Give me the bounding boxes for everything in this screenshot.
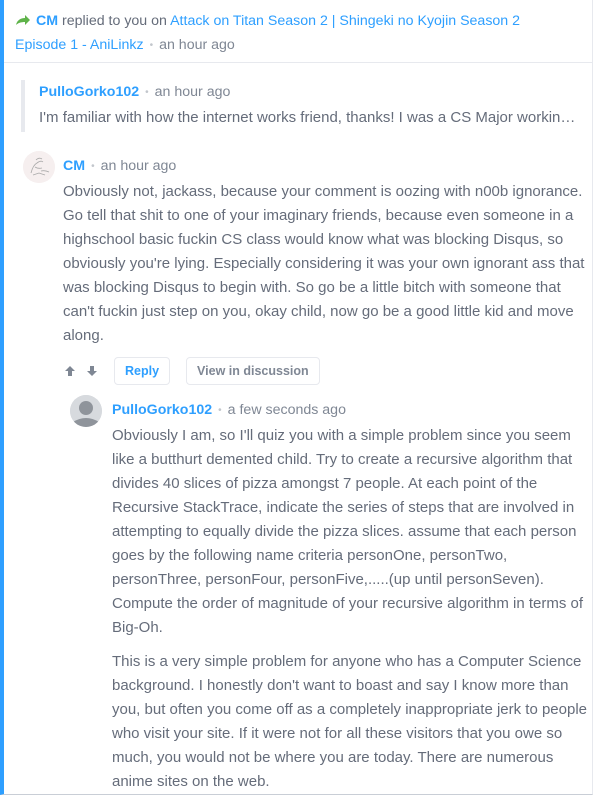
separator-dot: • xyxy=(218,405,222,416)
comment-meta: CM • an hour ago xyxy=(63,154,588,180)
default-avatar-icon xyxy=(70,395,102,427)
view-in-discussion-button[interactable]: View in discussion xyxy=(186,357,320,385)
actor-link[interactable]: CM xyxy=(36,13,58,29)
reply-timestamp[interactable]: a few seconds ago xyxy=(228,402,346,418)
quoted-comment: PulloGorko102 • an hour ago I'm familiar w… xyxy=(21,80,581,132)
comment-body: CM • an hour ago Obviously not, jackass, b… xyxy=(63,154,588,385)
notification-header: CM replied to you on Attack on Titan Sea… xyxy=(15,9,575,59)
user-avatar-sketch-icon xyxy=(23,151,55,183)
arrow-down-icon[interactable] xyxy=(85,364,99,378)
header-divider xyxy=(4,62,592,63)
separator-dot: • xyxy=(145,87,149,98)
notification-timestamp[interactable]: an hour ago xyxy=(159,37,235,53)
reply-author-link[interactable]: PulloGorko102 xyxy=(112,402,212,418)
comment-message: Obviously not, jackass, because your com… xyxy=(63,180,588,348)
comment-actions: Reply View in discussion xyxy=(63,357,588,385)
reply-body: PulloGorko102 • a few seconds ago Obviousl… xyxy=(112,398,592,794)
reply-button[interactable]: Reply xyxy=(114,357,171,385)
reply-paragraph: This is a very simple problem for anyone… xyxy=(112,653,588,790)
reply-message: Obviously I am, so I'll quiz you with a … xyxy=(112,424,592,794)
avatar[interactable] xyxy=(70,395,102,427)
quoted-comment-meta: PulloGorko102 • an hour ago xyxy=(39,80,581,106)
quoted-author-link[interactable]: PulloGorko102 xyxy=(39,84,139,100)
arrow-up-icon[interactable] xyxy=(63,364,77,378)
reply-paragraph: Obviously I am, so I'll quiz you with a … xyxy=(112,427,584,636)
avatar[interactable] xyxy=(23,151,55,183)
comment-paragraph: Obviously not, jackass, because your com… xyxy=(63,183,585,344)
reply-arrow-icon xyxy=(16,15,30,25)
quoted-timestamp[interactable]: an hour ago xyxy=(155,84,231,100)
comment-timestamp[interactable]: an hour ago xyxy=(101,158,177,174)
reply-meta: PulloGorko102 • a few seconds ago xyxy=(112,398,592,424)
separator-dot: • xyxy=(149,40,154,51)
quoted-excerpt[interactable]: I'm familiar with how the internet works… xyxy=(39,106,581,130)
separator-dot: • xyxy=(91,161,95,172)
action-text: replied to you on xyxy=(58,13,171,29)
notification-card: CM replied to you on Attack on Titan Sea… xyxy=(0,0,593,795)
comment-author-link[interactable]: CM xyxy=(63,158,85,174)
